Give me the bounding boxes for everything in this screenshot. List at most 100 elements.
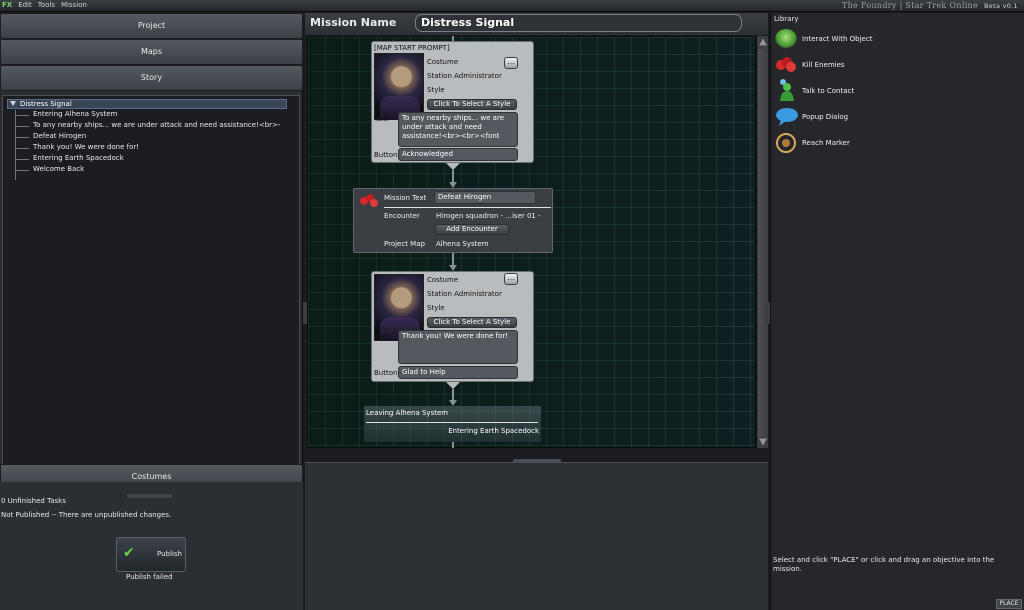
unfinished-tasks: 0 Unfinished Tasks [1, 497, 66, 505]
select-style-button[interactable]: Click To Select A Style [427, 99, 517, 110]
node-pointer [446, 382, 460, 389]
scroll-up-icon[interactable] [759, 38, 767, 46]
publish-panel: 0 Unfinished Tasks Not Published -- Ther… [0, 482, 303, 610]
style-label: Style [427, 304, 445, 312]
library-item-label: Interact With Object [802, 35, 873, 43]
tree-branch-line [15, 137, 29, 138]
menu-mission[interactable]: Mission [61, 1, 87, 9]
reach-marker-icon [775, 133, 797, 153]
top-bar: FX Edit Tools Mission The Foundry | Star… [0, 0, 1024, 12]
tree-item[interactable]: Entering Earth Spacedock [33, 154, 124, 162]
expand-triangle-icon[interactable] [10, 101, 16, 106]
story-section-button[interactable]: Story [0, 65, 303, 91]
properties-panel [305, 462, 768, 610]
story-tree: Distress Signal Entering Alhena System T… [2, 95, 300, 474]
add-encounter-button[interactable]: Add Encounter [435, 224, 509, 235]
tree-item[interactable]: Entering Alhena System [33, 110, 117, 118]
costume-label: Costume [427, 276, 459, 284]
library-item-popup-dialog[interactable]: Popup Dialog [773, 107, 1013, 129]
node-pointer [446, 163, 460, 170]
dialog-node-thank-you[interactable]: Costume ... Station Administrator Style … [371, 271, 534, 382]
publish-button[interactable]: ✔ Publish [116, 537, 186, 572]
encounter-value: Hirogen squadron - ...iser 01 - [436, 212, 541, 220]
tree-item[interactable]: Welcome Back [33, 165, 84, 173]
library-item-label: Reach Marker [802, 139, 850, 147]
mission-header: Mission Name Distress Signal [305, 13, 768, 35]
button-text-field[interactable]: Acknowledged [398, 148, 518, 161]
popup-dialog-icon [775, 107, 799, 127]
contact-portrait[interactable] [374, 53, 424, 120]
mission-name-label: Mission Name [310, 16, 397, 29]
costume-value: Station Administrator [427, 290, 502, 298]
kill-enemies-icon [358, 193, 380, 209]
tree-root-label: Distress Signal [20, 100, 72, 108]
button-label: Button [374, 151, 398, 159]
button-text-field[interactable]: Glad to Help [398, 366, 518, 379]
transition-to: Entering Earth Spacedock [448, 427, 539, 435]
costume-value: Station Administrator [427, 72, 502, 80]
encounter-label: Encounter [384, 212, 420, 220]
menu-tools[interactable]: Tools [38, 1, 55, 9]
project-map-label: Project Map [384, 240, 425, 248]
select-style-button[interactable]: Click To Select A Style [427, 317, 517, 328]
library-item-talk-contact[interactable]: Talk to Contact [773, 79, 1013, 103]
text-label: Text [374, 115, 389, 123]
library-item-kill-enemies[interactable]: Kill Enemies [773, 55, 1013, 77]
maps-section-button[interactable]: Maps [0, 39, 303, 65]
place-button[interactable]: PLACE [996, 599, 1022, 609]
scroll-thumb[interactable] [758, 49, 768, 437]
map-transition-node[interactable]: Leaving Alhena System Entering Earth Spa… [364, 406, 541, 442]
button-label: Button [374, 369, 398, 377]
dialog-text-field[interactable]: Thank you! We were done for! [398, 330, 518, 364]
costume-picker-button[interactable]: ... [504, 57, 518, 69]
costume-label: Costume [427, 58, 459, 66]
tree-branch-line [15, 159, 29, 160]
library-item-reach-marker[interactable]: Reach Marker [773, 133, 1013, 155]
tree-branch-line [15, 148, 29, 149]
flow-connector [452, 442, 454, 448]
tree-branch-line [15, 126, 29, 127]
flow-connector [452, 170, 454, 182]
interact-object-icon [775, 29, 797, 49]
style-label: Style [427, 86, 445, 94]
mission-text-label: Mission Text [384, 194, 427, 202]
kill-enemies-icon [775, 56, 797, 74]
project-section-button[interactable]: Project [0, 13, 303, 39]
library-title: Library [774, 15, 799, 23]
library-item-label: Popup Dialog [802, 113, 849, 121]
dialog-node-start-prompt[interactable]: [MAP START PROMPT] Costume ... Station A… [371, 41, 534, 163]
publish-button-label: Publish [157, 550, 182, 558]
publish-result: Publish failed [126, 573, 173, 581]
costume-picker-button[interactable]: ... [504, 273, 518, 285]
dialog-text-field[interactable]: To any nearby ships... we are under atta… [398, 112, 518, 147]
library-item-interact-object[interactable]: Interact With Object [773, 29, 1013, 51]
menu-edit[interactable]: Edit [18, 1, 32, 9]
transition-from: Leaving Alhena System [366, 409, 449, 417]
publish-status: Not Published -- There are unpublished c… [1, 511, 172, 519]
flow-connector [452, 253, 454, 265]
app-title: The Foundry | Star Trek Online Beta v0.1 [842, 1, 1018, 10]
tree-item[interactable]: To any nearby ships... we are under atta… [33, 121, 280, 129]
splitter-handle[interactable] [127, 494, 173, 498]
mission-name-field[interactable]: Distress Signal [415, 14, 742, 32]
tree-item[interactable]: Defeat Hirogen [33, 132, 86, 140]
canvas-vertical-scrollbar[interactable] [756, 36, 768, 448]
left-collapse-handle[interactable] [303, 302, 307, 324]
checkmark-icon: ✔ [123, 545, 135, 561]
tree-item[interactable]: Thank you! We were done for! [33, 143, 139, 151]
tree-root-distress-signal[interactable]: Distress Signal [7, 99, 287, 109]
app-version: Beta v0.1 [984, 2, 1018, 10]
mission-text-field[interactable]: Defeat Hirogen [434, 191, 536, 204]
library-item-label: Kill Enemies [802, 61, 845, 69]
menu-bar: FX Edit Tools Mission [2, 1, 87, 9]
library-help-text: Select and click "PLACE" or click and dr… [773, 556, 995, 573]
fx-menu[interactable]: FX [2, 1, 12, 9]
transition-divider [366, 422, 538, 423]
objective-node-kill-enemies[interactable]: Mission Text Defeat Hirogen Encounter Hi… [353, 188, 553, 253]
project-map-value: Alhena System [436, 240, 489, 248]
scroll-down-icon[interactable] [759, 438, 767, 446]
tree-branch-line [15, 170, 29, 171]
app-title-text: The Foundry | Star Trek Online [841, 1, 979, 10]
flow-connector [452, 389, 454, 400]
text-label: Text [374, 333, 389, 341]
